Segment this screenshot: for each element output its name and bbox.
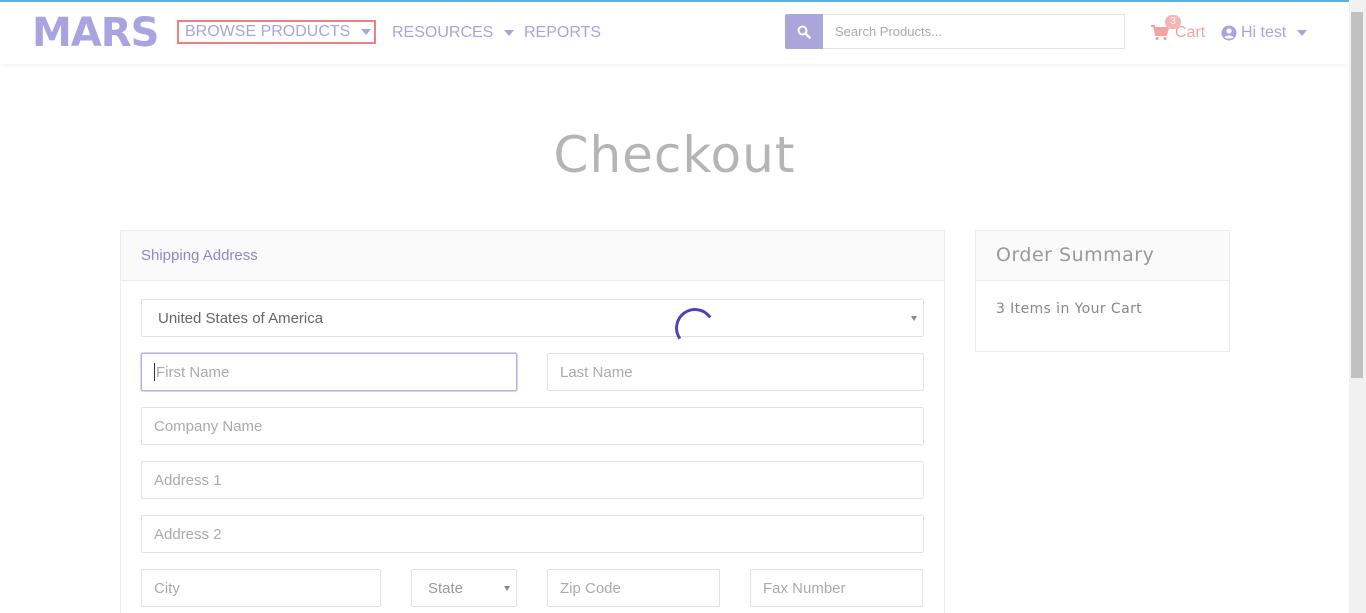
country-value: United States of America (158, 309, 324, 327)
user-menu[interactable]: Hi test (1221, 21, 1308, 45)
address1-field[interactable]: Address 1 (141, 461, 924, 499)
address2-placeholder: Address 2 (154, 525, 222, 543)
shipping-heading: Shipping Address (141, 247, 258, 264)
state-value: State (428, 579, 464, 597)
cart-items-count: 3 Items in Your Cart (996, 301, 1143, 317)
zip-code-placeholder: Zip Code (560, 579, 621, 597)
fax-number-field[interactable]: Fax Number (750, 569, 923, 607)
chevron-down-icon (361, 29, 372, 35)
fax-number-placeholder: Fax Number (763, 579, 846, 597)
last-name-placeholder: Last Name (560, 363, 633, 381)
search-input[interactable] (823, 14, 1125, 49)
scrollbar-thumb[interactable] (1351, 12, 1363, 378)
address2-field[interactable]: Address 2 (141, 515, 924, 553)
select-arrow-icon (504, 586, 510, 591)
cart-label: Cart (1175, 24, 1206, 41)
order-summary-heading: Order Summary (996, 244, 1155, 266)
search-button[interactable] (785, 14, 823, 49)
nav-reports-label: REPORTS (524, 24, 602, 41)
chevron-down-icon (504, 30, 515, 36)
nav-resources[interactable]: RESOURCES (392, 22, 515, 44)
order-summary-panel: Order Summary 3 Items in Your Cart (975, 230, 1230, 352)
last-name-field[interactable]: Last Name (547, 353, 924, 391)
cart-count-badge: 3 (1165, 15, 1181, 29)
nav-browse-products[interactable]: BROWSE PRODUCTS (177, 20, 376, 44)
country-select[interactable]: United States of America (141, 299, 924, 337)
chevron-down-icon (1297, 30, 1308, 36)
select-arrow-icon (911, 316, 917, 321)
address1-placeholder: Address 1 (154, 471, 222, 489)
city-field[interactable]: City (141, 569, 381, 607)
cart-link[interactable]: 3 Cart (1151, 15, 1206, 45)
text-cursor (154, 363, 155, 381)
nav-reports[interactable]: REPORTS (524, 22, 601, 44)
city-placeholder: City (154, 579, 180, 597)
company-name-placeholder: Company Name (154, 417, 263, 435)
cart-icon (1151, 25, 1169, 41)
zip-code-field[interactable]: Zip Code (547, 569, 720, 607)
user-circle-icon (1221, 25, 1237, 41)
search-icon (797, 25, 811, 39)
logo[interactable]: MARS (32, 11, 159, 55)
user-greeting: Hi test (1241, 24, 1287, 41)
nav-browse-products-label: BROWSE PRODUCTS (185, 23, 351, 40)
site-header: MARS BROWSE PRODUCTS RESOURCES REPORTS 3… (0, 2, 1349, 64)
first-name-placeholder: First Name (156, 363, 230, 381)
page-title: Checkout (553, 126, 796, 184)
state-select[interactable]: State (411, 569, 517, 607)
company-name-field[interactable]: Company Name (141, 407, 924, 445)
nav-resources-label: RESOURCES (392, 24, 494, 41)
first-name-field[interactable]: First Name (141, 353, 517, 391)
